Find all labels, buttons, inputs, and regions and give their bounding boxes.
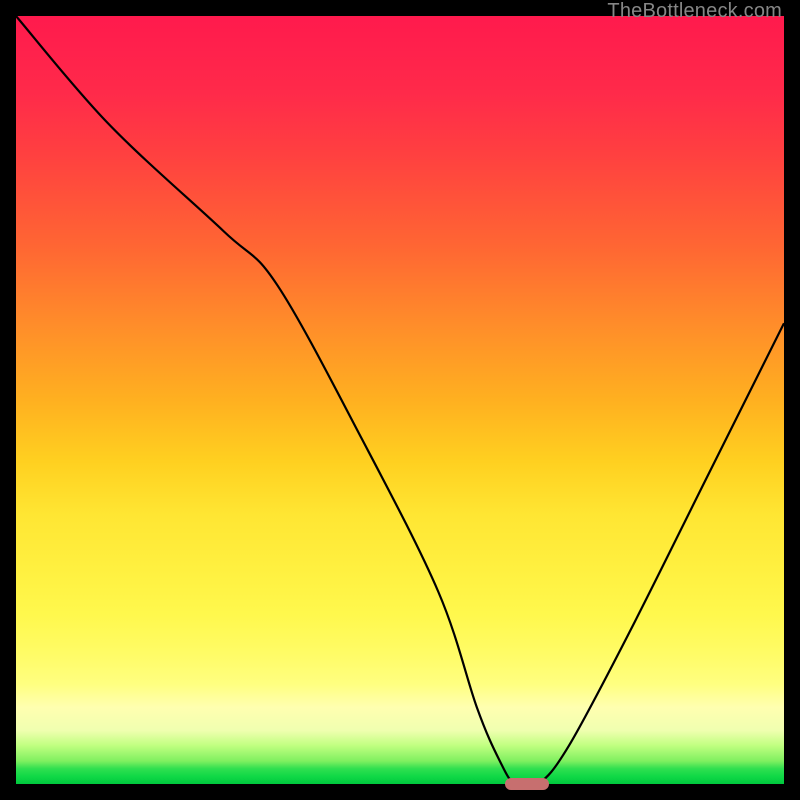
bottleneck-curve bbox=[16, 16, 784, 784]
optimum-marker bbox=[505, 778, 549, 790]
watermark-text: TheBottleneck.com bbox=[607, 0, 782, 23]
chart-container: TheBottleneck.com bbox=[0, 0, 800, 800]
plot-area bbox=[16, 16, 784, 784]
